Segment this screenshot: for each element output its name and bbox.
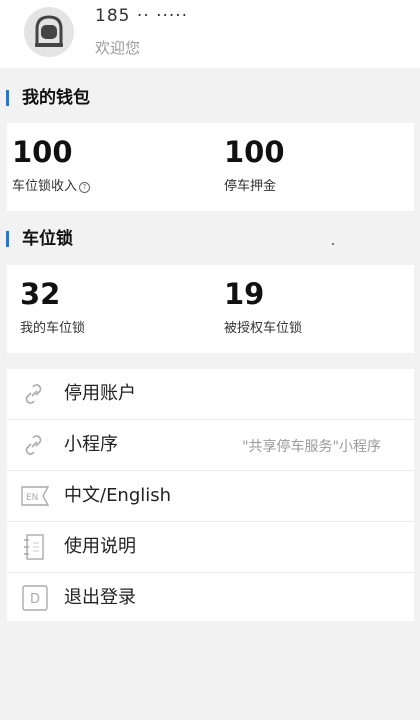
- wallet-income-stat[interactable]: 100 车位锁收入?: [12, 135, 91, 194]
- my-locks-stat[interactable]: 32 我的车位锁: [20, 277, 85, 336]
- wallet-card: 100 车位锁收入? 100 停车押金: [7, 123, 414, 211]
- parking-deposit-stat[interactable]: 100 停车押金: [224, 135, 285, 194]
- income-value: 100: [12, 135, 73, 169]
- menu-item-instructions[interactable]: 使用说明: [7, 522, 414, 573]
- user-header: 185 ·· ····· 欢迎您: [0, 0, 420, 68]
- my-locks-value: 32: [20, 277, 61, 311]
- menu-label: 使用说明: [64, 536, 136, 557]
- svg-text:EN: EN: [26, 493, 38, 503]
- locks-card: 32 我的车位锁 19 被授权车位锁: [7, 265, 414, 353]
- authorized-locks-value: 19: [224, 277, 265, 311]
- income-label: 车位锁收入?: [12, 175, 91, 194]
- mini-program-note: "共享停车服务"小程序: [242, 439, 381, 455]
- link-icon: [25, 435, 42, 455]
- menu-item-logout[interactable]: D 退出登录: [7, 573, 414, 623]
- menu-item-deactivate-account[interactable]: 停用账户: [7, 369, 414, 420]
- notebook-icon: [24, 534, 44, 560]
- menu-label: 停用账户: [64, 383, 136, 404]
- menu-label: 中文/English: [64, 485, 172, 506]
- locks-section-title: 车位锁: [0, 227, 200, 251]
- avatar[interactable]: [24, 7, 74, 57]
- logout-icon: D: [22, 585, 48, 611]
- wallet-section-title: 我的钱包: [0, 86, 200, 110]
- menu-item-language[interactable]: EN 中文/English: [7, 471, 414, 522]
- authorized-locks-stat[interactable]: 19 被授权车位锁: [224, 277, 302, 336]
- section-accent-bar: [6, 90, 9, 106]
- link-icon: [25, 384, 42, 404]
- info-icon[interactable]: ?: [79, 182, 91, 193]
- language-en-icon: EN: [21, 486, 49, 506]
- authorized-locks-label: 被授权车位锁: [224, 321, 303, 336]
- menu-label: 退出登录: [64, 587, 136, 608]
- user-avatar-icon: [35, 15, 63, 47]
- deposit-label: 停车押金: [224, 179, 277, 194]
- my-locks-label: 我的车位锁: [20, 321, 86, 336]
- menu-item-mini-program[interactable]: 小程序 "共享停车服务"小程序: [7, 420, 414, 471]
- menu-label: 小程序: [64, 434, 118, 455]
- welcome-text: 欢迎您: [95, 39, 141, 57]
- svg-text:D: D: [30, 592, 40, 607]
- speck: [332, 243, 334, 245]
- deposit-value: 100: [224, 135, 285, 169]
- section-accent-bar: [6, 231, 9, 247]
- settings-menu: 停用账户 小程序 "共享停车服务"小程序 EN 中文/English 使用说明 …: [7, 369, 414, 621]
- user-phone: 185 ·· ·····: [95, 6, 189, 26]
